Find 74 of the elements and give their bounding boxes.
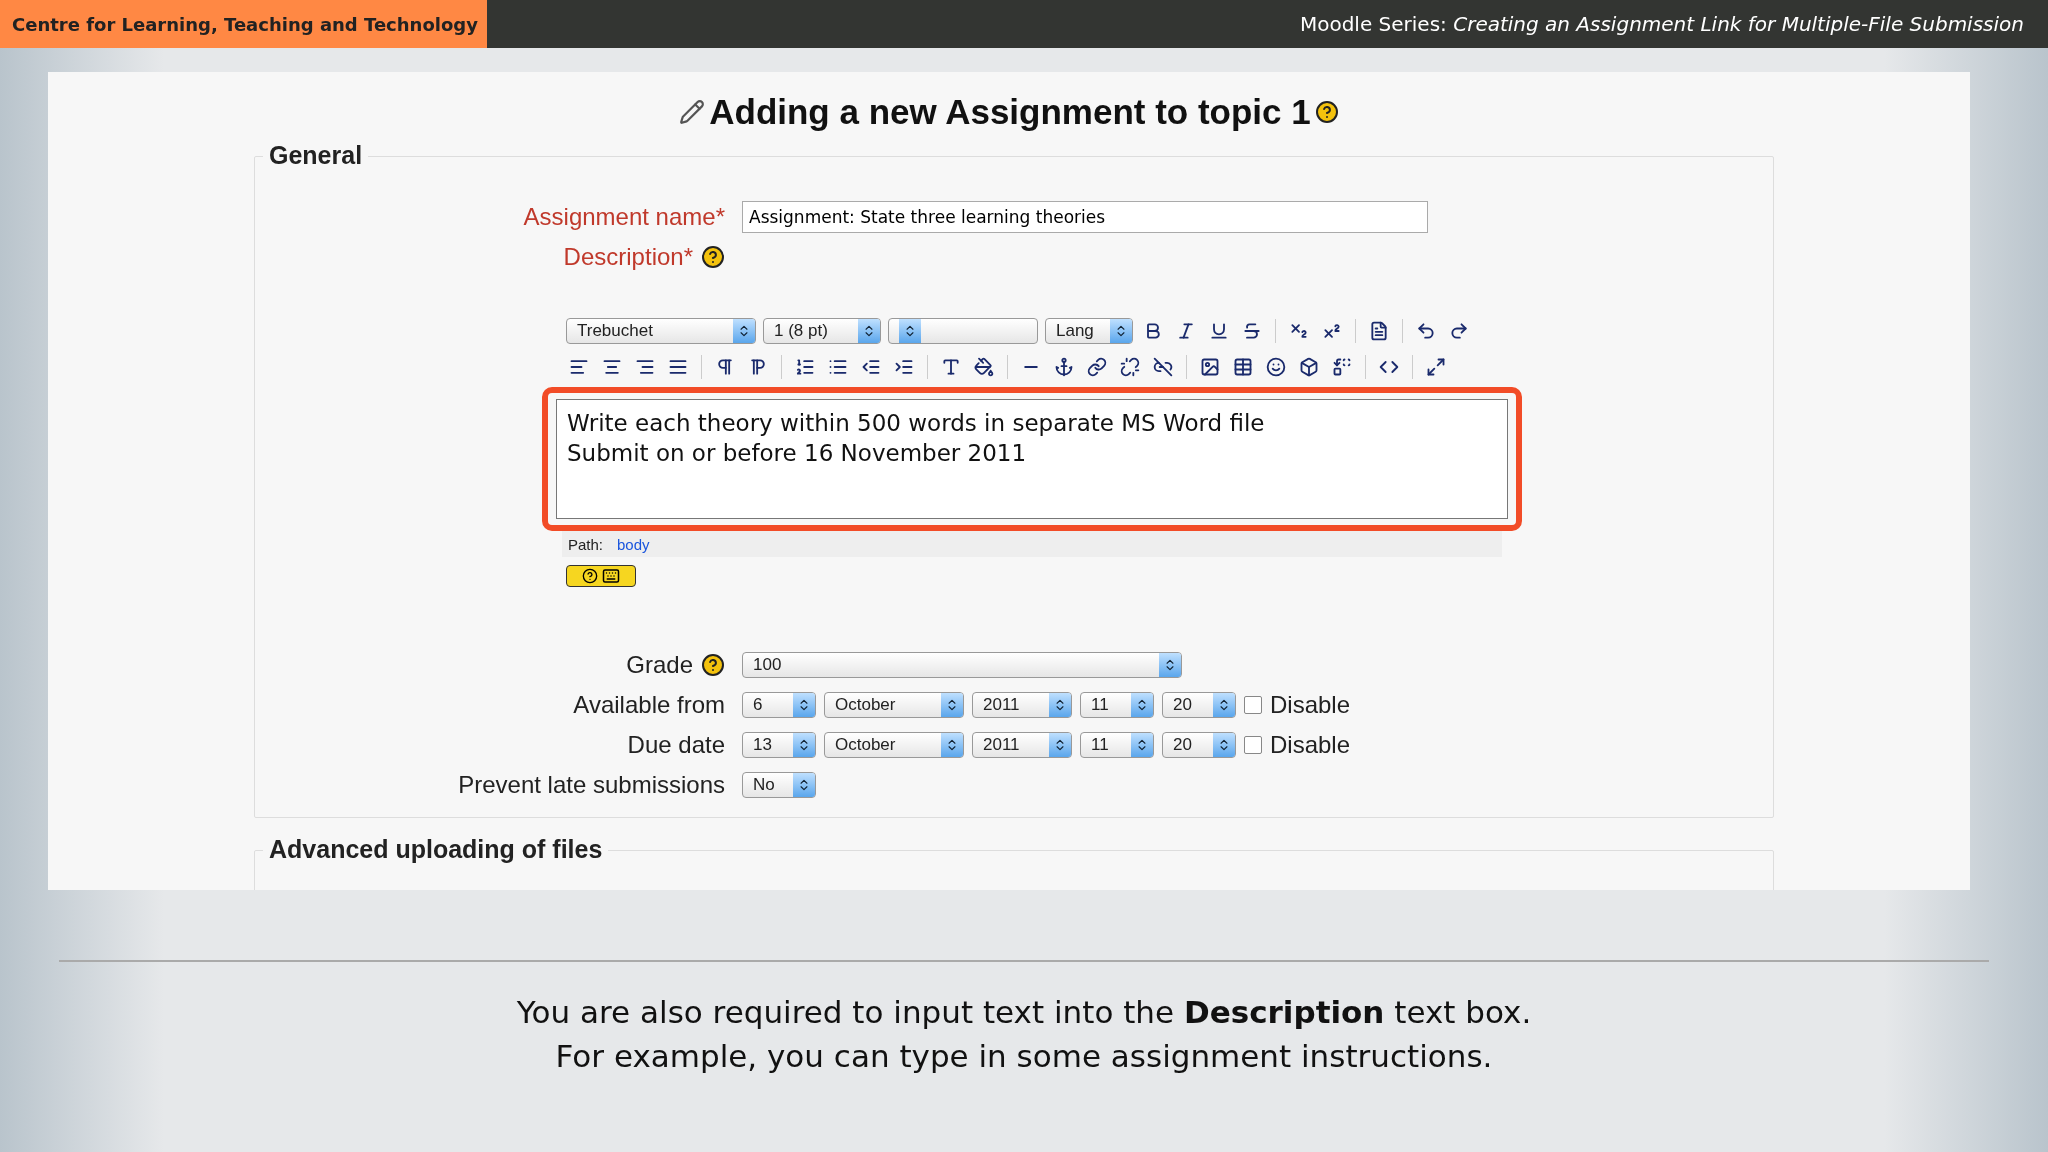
checkbox-label: Disable (1270, 691, 1351, 719)
input-field[interactable]: Assignment: State three learning theories (742, 201, 1428, 233)
field-label: Available from (573, 691, 725, 719)
editor-text-line: Submit on or before 16 November 2011 (567, 440, 1028, 466)
path-label: Path: (568, 535, 604, 553)
field-label: Due date (627, 731, 725, 759)
organization-title: Centre for Learning, Teaching and Technology (0, 0, 487, 48)
image-icon[interactable] (1200, 357, 1220, 377)
series-title: Moodle Series: Creating an Assignment Link for Multiple-File Submission (1299, 12, 2025, 36)
dropdown[interactable]: 100 (742, 652, 1182, 678)
dropdown[interactable]: 11 (1080, 732, 1154, 758)
text-editor[interactable]: Write each theory within 500 words in separate MS Word file Submit on or before 16 November 2011 (556, 399, 1508, 519)
caption-text: You are also required to input text into the Description text box. (516, 994, 1532, 1030)
align-left-icon[interactable] (569, 357, 589, 377)
justify-icon[interactable] (668, 357, 688, 377)
document-icon[interactable] (1369, 321, 1389, 341)
field-label: Assignment name* (523, 203, 725, 231)
toolbar-dropdown[interactable]: Trebuchet (566, 318, 756, 344)
broken-link-icon[interactable] (1153, 357, 1173, 377)
underline-icon[interactable] (1209, 321, 1229, 341)
dropdown[interactable]: 2011 (972, 692, 1072, 718)
link-icon[interactable] (1087, 357, 1107, 377)
editor-text-line: Write each theory within 500 words in separate MS Word file (567, 410, 1266, 436)
path-link[interactable]: body (617, 535, 650, 553)
checkbox[interactable] (1244, 696, 1262, 714)
dropdown[interactable]: 2011 (972, 732, 1072, 758)
numbered-list-icon[interactable] (795, 357, 815, 377)
strikethrough-icon[interactable] (1242, 321, 1262, 341)
align-right-icon[interactable] (635, 357, 655, 377)
dropdown[interactable]: No (742, 772, 816, 798)
dropdown[interactable]: 20 (1162, 732, 1236, 758)
cube-icon[interactable] (1299, 357, 1319, 377)
page-title: Adding a new Assignment to topic 1 (709, 92, 1311, 132)
dropdown[interactable]: 20 (1162, 692, 1236, 718)
superscript-icon[interactable] (1322, 321, 1342, 341)
bullet-list-icon[interactable] (828, 357, 848, 377)
dropdown[interactable]: 11 (1080, 692, 1154, 718)
help-icon[interactable] (701, 245, 725, 269)
toolbar-dropdown[interactable]: 1 (8 pt) (763, 318, 881, 344)
pencil-icon (679, 99, 706, 125)
dropdown[interactable]: 13 (742, 732, 816, 758)
italic-icon[interactable] (1176, 321, 1196, 341)
indent-icon[interactable] (894, 357, 914, 377)
field-label: Description* (563, 243, 693, 271)
fullscreen-icon[interactable] (1426, 357, 1446, 377)
checkbox[interactable] (1244, 736, 1262, 754)
align-center-icon[interactable] (602, 357, 622, 377)
field-label: Prevent late submissions (458, 771, 725, 799)
subscript-icon[interactable] (1289, 321, 1309, 341)
anchor-icon[interactable] (1054, 357, 1074, 377)
help-icon[interactable] (1314, 100, 1339, 124)
toolbar-dropdown[interactable]: Lang (1045, 318, 1133, 344)
help-icon (582, 568, 598, 584)
field-label: Grade (626, 651, 693, 679)
toolbar-dropdown[interactable] (888, 318, 1038, 344)
pilcrow-icon[interactable] (748, 357, 768, 377)
caption-text: For example, you can type in some assignment instructions. (555, 1038, 1493, 1074)
undo-icon[interactable] (1416, 321, 1436, 341)
smiley-icon[interactable] (1266, 357, 1286, 377)
dropdown[interactable]: 6 (742, 692, 816, 718)
dropdown[interactable]: October (824, 692, 964, 718)
table-icon[interactable] (1233, 357, 1253, 377)
keyboard-icon (602, 567, 620, 585)
pilcrow-icon[interactable] (715, 357, 735, 377)
replace-icon[interactable] (1332, 357, 1352, 377)
help-icon[interactable] (701, 653, 725, 677)
redo-icon[interactable] (1449, 321, 1469, 341)
keyboard-help-button[interactable] (566, 565, 636, 587)
unlink-icon[interactable] (1120, 357, 1140, 377)
checkbox-label: Disable (1270, 731, 1351, 759)
text-color-icon[interactable] (941, 357, 961, 377)
outdent-icon[interactable] (861, 357, 881, 377)
paint-bucket-icon[interactable] (974, 357, 994, 377)
dropdown[interactable]: October (824, 732, 964, 758)
